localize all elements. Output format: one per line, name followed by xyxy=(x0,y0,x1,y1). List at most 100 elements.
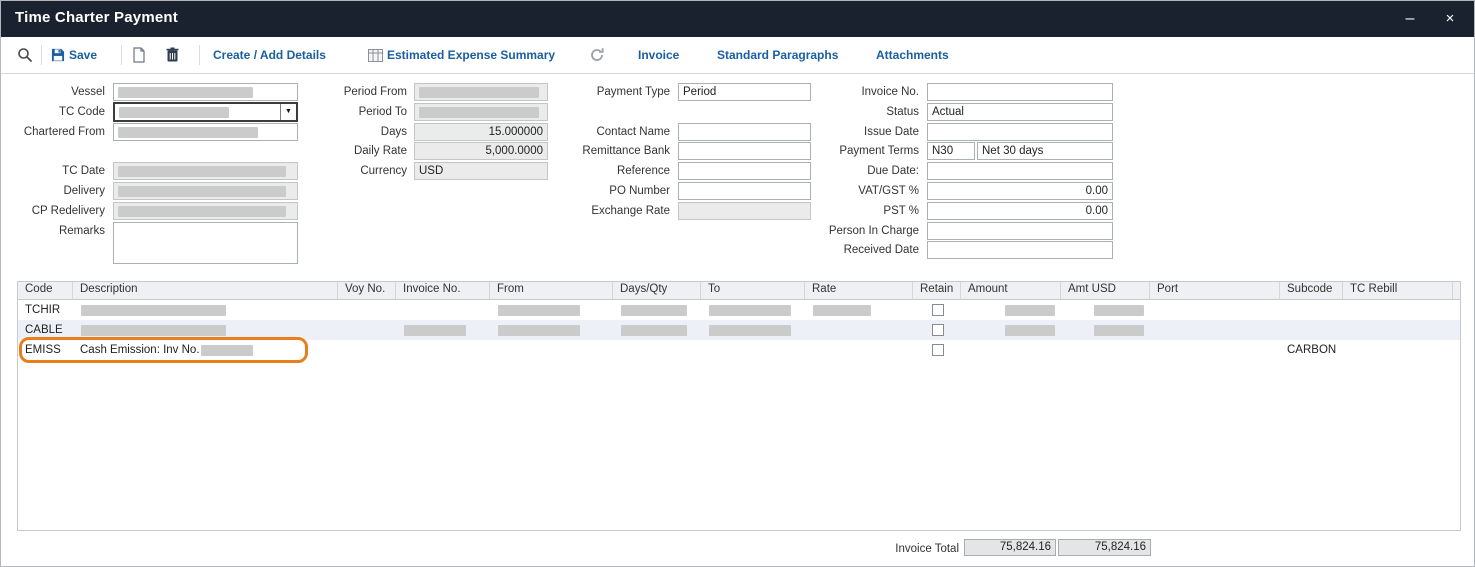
cell-to xyxy=(701,305,805,316)
column-header-subcode[interactable]: Subcode xyxy=(1280,282,1343,299)
period-from-label: Period From xyxy=(301,83,407,101)
chevron-down-icon[interactable]: ▼ xyxy=(280,104,296,120)
chartered-from-label: Chartered From xyxy=(1,123,105,141)
retain-checkbox[interactable] xyxy=(932,324,944,336)
chartered-from-field[interactable] xyxy=(113,123,298,141)
cell-text: CABLE xyxy=(25,324,63,336)
search-icon[interactable] xyxy=(17,47,33,68)
cell-code: TCHIR xyxy=(18,304,73,316)
expense-summary-icon[interactable] xyxy=(368,49,383,67)
redacted-value xyxy=(1005,305,1055,316)
redacted-value xyxy=(419,87,539,98)
redacted-value xyxy=(621,305,687,316)
invoice-no-field[interactable] xyxy=(927,83,1113,101)
column-header-tc_rebill[interactable]: TC Rebill xyxy=(1343,282,1453,299)
received-date-field[interactable] xyxy=(927,241,1113,259)
column-header-port[interactable]: Port xyxy=(1150,282,1280,299)
toolbar-divider xyxy=(199,45,200,65)
cell-rate xyxy=(805,305,913,316)
column-header-amount[interactable]: Amount xyxy=(961,282,1061,299)
delete-icon[interactable] xyxy=(166,47,179,67)
retain-checkbox[interactable] xyxy=(932,344,944,356)
title-bar: Time Charter Payment – × xyxy=(1,1,1474,37)
column-header-retain[interactable]: Retain xyxy=(913,282,961,299)
column-header-description[interactable]: Description xyxy=(73,282,338,299)
cell-amt_usd xyxy=(1061,325,1150,336)
po-number-label: PO Number xyxy=(551,182,670,200)
attachments-button[interactable]: Attachments xyxy=(876,48,949,62)
redacted-value xyxy=(81,325,226,336)
redacted-value xyxy=(118,206,286,217)
save-icon[interactable] xyxy=(51,48,65,67)
minimize-button[interactable]: – xyxy=(1398,7,1422,31)
cell-retain xyxy=(913,344,961,356)
column-header-invoice_no[interactable]: Invoice No. xyxy=(396,282,490,299)
column-header-to[interactable]: To xyxy=(701,282,805,299)
vat-gst-field[interactable]: 0.00 xyxy=(927,182,1113,200)
cp-redelivery-label: CP Redelivery xyxy=(1,202,105,220)
table-row-tchir[interactable]: TCHIR xyxy=(18,300,1460,320)
remittance-bank-label: Remittance Bank xyxy=(551,142,670,160)
redacted-value xyxy=(118,87,253,98)
table-row-emiss[interactable]: EMISS Cash Emission: Inv No. CARBON xyxy=(18,340,1460,360)
exchange-rate-label: Exchange Rate xyxy=(551,202,670,220)
create-add-details-button[interactable]: Create / Add Details xyxy=(213,48,326,62)
daily-rate-field: 5,000.0000 xyxy=(414,142,548,160)
invoice-total-label: Invoice Total xyxy=(849,540,959,558)
vessel-field[interactable] xyxy=(113,83,298,101)
estimated-expense-summary-button[interactable]: Estimated Expense Summary xyxy=(387,48,555,62)
vessel-label: Vessel xyxy=(1,83,105,101)
payment-type-label: Payment Type xyxy=(551,83,670,101)
tc-code-label: TC Code xyxy=(1,103,105,121)
payment-terms-label: Payment Terms xyxy=(781,142,919,160)
save-button[interactable]: Save xyxy=(69,48,97,62)
invoice-button[interactable]: Invoice xyxy=(638,48,679,62)
cell-amount xyxy=(961,325,1061,336)
cell-code: EMISS xyxy=(18,344,73,356)
vat-gst-label: VAT/GST % xyxy=(781,182,919,200)
redacted-value xyxy=(118,186,286,197)
status-field[interactable]: Actual xyxy=(927,103,1113,121)
redacted-value xyxy=(1005,325,1055,336)
currency-label: Currency xyxy=(301,162,407,180)
close-button[interactable]: × xyxy=(1438,7,1462,31)
cell-days_qty xyxy=(613,305,701,316)
redacted-value xyxy=(404,325,466,336)
tc-code-combo[interactable]: ▼ xyxy=(113,102,298,122)
period-from-field xyxy=(414,83,548,101)
issue-date-field[interactable] xyxy=(927,123,1113,141)
cell-description xyxy=(73,325,338,336)
received-date-label: Received Date xyxy=(781,241,919,259)
cell-description: Cash Emission: Inv No. xyxy=(73,344,338,356)
redacted-value xyxy=(621,325,687,336)
toolbar-divider xyxy=(121,45,122,65)
payment-terms-code-field[interactable]: N30 xyxy=(927,142,975,160)
period-to-label: Period To xyxy=(301,103,407,121)
cell-text: CARBON xyxy=(1287,344,1336,356)
column-header-days_qty[interactable]: Days/Qty xyxy=(613,282,701,299)
due-date-field[interactable] xyxy=(927,162,1113,180)
column-header-voy_no[interactable]: Voy No. xyxy=(338,282,396,299)
cell-text: Cash Emission: Inv No. xyxy=(80,344,200,356)
retain-checkbox[interactable] xyxy=(932,304,944,316)
status-label: Status xyxy=(781,103,919,121)
column-header-amt_usd[interactable]: Amt USD xyxy=(1061,282,1150,299)
table-row-cable[interactable]: CABLE xyxy=(18,320,1460,340)
cell-code: CABLE xyxy=(18,324,73,336)
cell-subcode: CARBON xyxy=(1280,344,1343,356)
refresh-icon[interactable] xyxy=(589,47,605,68)
table-body: TCHIR CABLE EMISS Cash Emission: Inv No. CAR… xyxy=(18,300,1460,360)
days-field: 15.000000 xyxy=(414,123,548,141)
days-label: Days xyxy=(301,123,407,141)
remarks-textarea[interactable] xyxy=(113,222,298,264)
pst-field[interactable]: 0.00 xyxy=(927,202,1113,220)
cp-redelivery-field xyxy=(113,202,298,220)
column-header-code[interactable]: Code xyxy=(18,282,73,299)
contact-name-label: Contact Name xyxy=(551,123,670,141)
person-in-charge-field[interactable] xyxy=(927,222,1113,240)
copy-icon[interactable] xyxy=(132,47,146,68)
column-header-rate[interactable]: Rate xyxy=(805,282,913,299)
toolbar-divider xyxy=(41,45,42,65)
column-header-from[interactable]: From xyxy=(490,282,613,299)
standard-paragraphs-button[interactable]: Standard Paragraphs xyxy=(717,48,838,62)
